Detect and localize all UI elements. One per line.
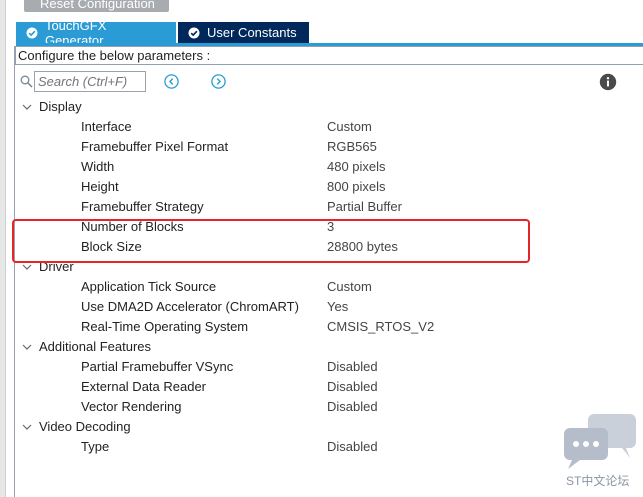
category-label: Display xyxy=(39,99,82,114)
property-label: Interface xyxy=(81,119,132,134)
category-label: Video Decoding xyxy=(39,419,131,434)
property-row[interactable]: Interface Custom xyxy=(15,117,643,137)
configure-header: Configure the below parameters : xyxy=(15,46,643,65)
search-input[interactable] xyxy=(35,72,145,91)
category-label: Additional Features xyxy=(39,339,152,354)
parameters-panel: Configure the below parameters : Display… xyxy=(14,46,643,497)
search-icon xyxy=(20,75,33,88)
chevron-down-icon[interactable] xyxy=(22,102,32,112)
info-icon[interactable] xyxy=(599,73,617,91)
property-label: Partial Framebuffer VSync xyxy=(81,359,234,374)
chevron-down-icon[interactable] xyxy=(22,342,32,352)
tab-bar: TouchGFX Generator User Constants xyxy=(16,18,309,48)
property-value[interactable]: Disabled xyxy=(327,377,378,397)
check-circle-icon xyxy=(188,27,200,38)
property-label: Width xyxy=(81,159,115,174)
window-left-edge xyxy=(0,0,6,497)
property-row[interactable]: Vector Rendering Disabled xyxy=(15,397,643,417)
property-value[interactable]: Disabled xyxy=(327,397,378,417)
property-row[interactable]: Type Disabled xyxy=(15,437,643,457)
reset-configuration-button[interactable]: Reset Configuration xyxy=(24,0,169,12)
property-row[interactable]: Partial Framebuffer VSync Disabled xyxy=(15,357,643,377)
property-row[interactable]: Framebuffer Strategy Partial Buffer xyxy=(15,197,643,217)
property-value[interactable]: 800 pixels xyxy=(327,177,386,197)
tab-label: User Constants xyxy=(207,25,297,40)
next-icon[interactable] xyxy=(211,74,226,89)
tab-touchgfx-generator[interactable]: TouchGFX Generator xyxy=(16,18,176,48)
property-value[interactable]: Custom xyxy=(327,277,372,297)
property-value[interactable]: Disabled xyxy=(327,357,378,377)
property-row[interactable]: Application Tick Source Custom xyxy=(15,277,643,297)
chat-bubbles-icon xyxy=(564,414,636,469)
chevron-down-icon[interactable] xyxy=(22,262,32,272)
property-value[interactable]: 480 pixels xyxy=(327,157,386,177)
property-label: Vector Rendering xyxy=(81,399,182,414)
highlight-box xyxy=(12,219,530,263)
property-label: External Data Reader xyxy=(81,379,207,394)
property-label: Framebuffer Pixel Format xyxy=(81,139,229,154)
property-label: Application Tick Source xyxy=(81,279,217,294)
property-row[interactable]: External Data Reader Disabled xyxy=(15,377,643,397)
check-circle-icon xyxy=(26,27,38,38)
property-row[interactable]: Height 800 pixels xyxy=(15,177,643,197)
property-label: Use DMA2D Accelerator (ChromART) xyxy=(81,299,299,314)
property-value[interactable]: CMSIS_RTOS_V2 xyxy=(327,317,434,337)
property-label: Framebuffer Strategy xyxy=(81,199,204,214)
property-value[interactable]: Custom xyxy=(327,117,372,137)
tab-user-constants[interactable]: User Constants xyxy=(178,22,309,43)
chevron-down-icon[interactable] xyxy=(22,422,32,432)
property-row[interactable]: Framebuffer Pixel Format RGB565 xyxy=(15,137,643,157)
category-display[interactable]: Display xyxy=(15,97,643,117)
category-video-decoding[interactable]: Video Decoding xyxy=(15,417,643,437)
previous-icon[interactable] xyxy=(164,74,179,89)
watermark-text: ST中文论坛 xyxy=(566,474,630,488)
property-value[interactable]: Partial Buffer xyxy=(327,197,402,217)
category-additional-features[interactable]: Additional Features xyxy=(15,337,643,357)
property-label: Real-Time Operating System xyxy=(81,319,249,334)
property-row[interactable]: Width 480 pixels xyxy=(15,157,643,177)
search-field[interactable] xyxy=(20,71,146,92)
property-label: Height xyxy=(81,179,119,194)
property-label: Type xyxy=(81,439,110,454)
property-value[interactable]: Yes xyxy=(327,297,348,317)
property-row[interactable]: Use DMA2D Accelerator (ChromART) Yes xyxy=(15,297,643,317)
property-value[interactable]: Disabled xyxy=(327,437,378,457)
property-row[interactable]: Real-Time Operating System CMSIS_RTOS_V2 xyxy=(15,317,643,337)
property-value[interactable]: RGB565 xyxy=(327,137,377,157)
